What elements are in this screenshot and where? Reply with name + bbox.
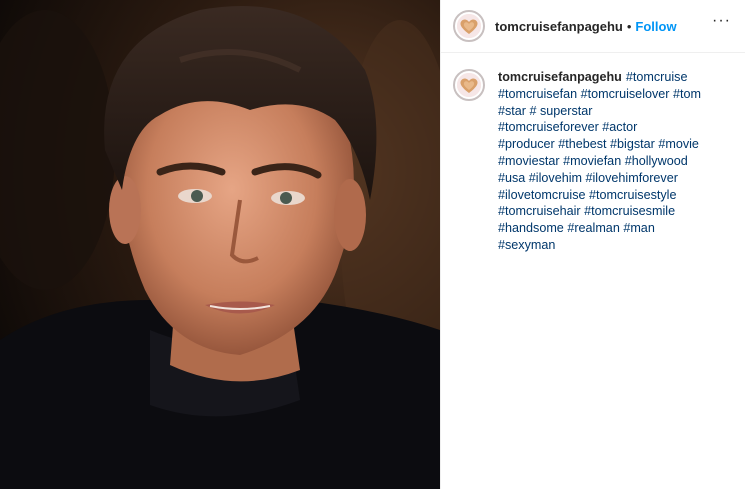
caption-line[interactable]: #ilovetomcruise #tomcruisestyle: [498, 187, 718, 204]
post-photo[interactable]: [0, 0, 440, 489]
caption-line[interactable]: #tomcruisehair #tomcruisesmile: [498, 203, 718, 220]
caption-line[interactable]: #sexyman: [498, 237, 718, 254]
header-username[interactable]: tomcruisefanpagehu: [495, 19, 623, 34]
caption-text: tomcruisefanpagehu #tomcruise #tomcruisef…: [498, 69, 718, 254]
post-header: tomcruisefanpagehu • Follow: [441, 0, 745, 53]
caption-avatar[interactable]: [453, 69, 485, 101]
portrait-image: [0, 0, 440, 489]
caption: tomcruisefanpagehu #tomcruise #tomcruisef…: [441, 53, 745, 254]
caption-username[interactable]: tomcruisefanpagehu: [498, 70, 622, 84]
caption-line[interactable]: #tomcruisefan #tomcruiselover #tom: [498, 86, 718, 103]
more-options-icon[interactable]: ···: [712, 12, 731, 30]
separator-dot: •: [626, 18, 632, 34]
post-sidebar: tomcruisefanpagehu • Follow ··· tomcruis…: [440, 0, 745, 489]
caption-line[interactable]: #handsome #realman #man: [498, 220, 718, 237]
caption-line[interactable]: #usa #ilovehim #ilovehimforever: [498, 170, 718, 187]
avatar[interactable]: [453, 10, 485, 42]
instagram-post: tomcruisefanpagehu • Follow ··· tomcruis…: [0, 0, 745, 489]
heart-avatar-icon: [457, 14, 481, 38]
caption-line[interactable]: #star # superstar: [498, 103, 718, 120]
follow-button[interactable]: Follow: [635, 19, 676, 34]
caption-line[interactable]: #producer #thebest #bigstar #movie: [498, 136, 718, 153]
caption-line[interactable]: #tomcruise: [626, 70, 688, 84]
caption-line[interactable]: #tomcruiseforever #actor: [498, 119, 718, 136]
caption-line[interactable]: #moviestar #moviefan #hollywood: [498, 153, 718, 170]
heart-avatar-icon: [457, 73, 481, 97]
